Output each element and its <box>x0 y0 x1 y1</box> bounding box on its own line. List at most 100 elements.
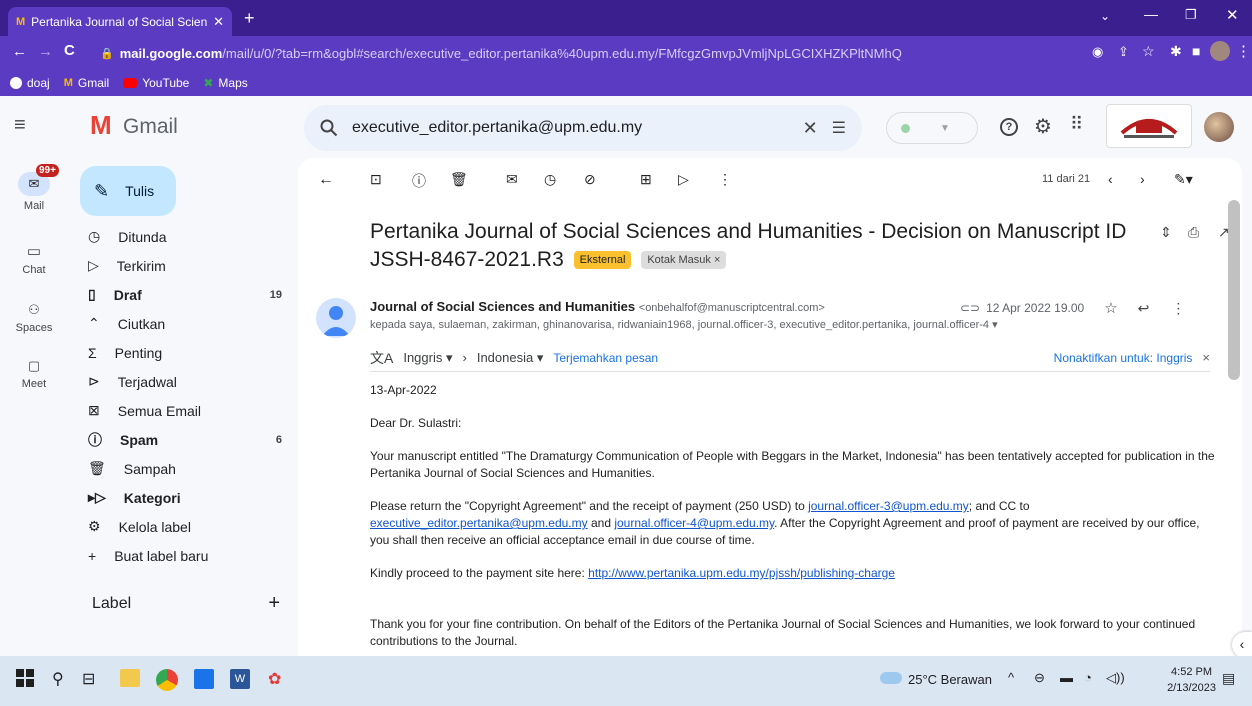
newer-icon[interactable]: ‹ <box>1108 171 1113 187</box>
notifications-icon[interactable]: ▤ <box>1222 670 1235 687</box>
apps-grid-icon[interactable]: ⠿ <box>1070 114 1083 135</box>
email-link-officer-3[interactable]: journal.officer-3@upm.edu.my <box>808 499 969 513</box>
nav-item-draf[interactable]: ▯ Draf 19 <box>68 280 298 309</box>
payment-site-link[interactable]: http://www.pertanika.upm.edu.my/pjssh/pu… <box>588 566 895 580</box>
browser-menu-icon[interactable]: ⋮ <box>1236 42 1251 60</box>
message-more-icon[interactable]: ⋮ <box>1171 300 1185 317</box>
side-panel-toggle-icon[interactable]: ‹ <box>1232 632 1252 658</box>
bookmark-star-icon[interactable]: ☆ <box>1142 43 1155 60</box>
nav-item-buat-label-baru[interactable]: + Buat label baru <box>68 541 298 570</box>
bookmark-gmail[interactable]: M Gmail <box>64 76 110 90</box>
extensions-icon[interactable]: ✱ <box>1170 43 1182 60</box>
back-to-list-icon[interactable]: ← <box>318 171 334 189</box>
target-language-select[interactable]: Indonesia ▾ <box>477 350 544 366</box>
nav-item-spam[interactable]: ⓘ Spam 6 <box>68 425 298 454</box>
nav-item-terkirim[interactable]: ▷ Terkirim <box>68 251 298 280</box>
rail-chat[interactable]: ▭ Chat <box>0 242 68 276</box>
clock[interactable]: 4:52 PM 2/13/2023 <box>1167 664 1216 696</box>
nav-item-ciutkan[interactable]: ⌃ Ciutkan <box>68 309 298 338</box>
source-language-select[interactable]: Inggris ▾ <box>403 350 452 366</box>
bookmark-maps[interactable]: ✖ Maps <box>203 76 247 90</box>
add-label-icon[interactable]: + <box>268 592 280 615</box>
nav-item-kategori[interactable]: ▸▷ Kategori <box>68 483 298 512</box>
email-link-executive-editor[interactable]: executive_editor.pertanika@upm.edu.my <box>370 516 588 530</box>
windows-start-icon[interactable] <box>16 669 34 687</box>
report-spam-icon[interactable]: ⓘ <box>412 171 426 191</box>
settings-gear-icon[interactable]: ⚙ <box>1034 114 1052 139</box>
close-translate-icon[interactable]: × <box>1202 350 1210 365</box>
more-options-icon[interactable]: ⋮ <box>718 171 732 188</box>
rail-spaces[interactable]: ⚇ Spaces <box>0 302 68 334</box>
recipients-line[interactable]: kepada saya, sulaeman, zakirman, ghinano… <box>370 318 998 331</box>
paint-icon[interactable]: ✿ <box>268 669 281 689</box>
help-icon[interactable]: ? <box>1000 118 1018 136</box>
translate-message-link[interactable]: Terjemahkan pesan <box>553 351 658 365</box>
back-icon[interactable]: ← <box>12 43 27 60</box>
add-task-icon[interactable]: ⊘ <box>584 171 596 188</box>
close-tab-icon[interactable]: ✕ <box>213 14 224 30</box>
reload-icon[interactable]: C <box>64 42 75 59</box>
nav-item-terjadwal[interactable]: ⊳ Terjadwal <box>68 367 298 396</box>
rail-mail[interactable]: ✉ 99+ Mail <box>0 164 68 212</box>
volume-icon[interactable]: ◁)) <box>1106 670 1125 686</box>
app-icon[interactable] <box>194 669 214 689</box>
delete-icon[interactable]: 🗑 <box>450 171 468 188</box>
nav-item-semua-email[interactable]: ⊠ Semua Email <box>68 396 298 425</box>
chrome-icon[interactable] <box>156 669 178 691</box>
account-avatar[interactable] <box>1204 112 1234 142</box>
nav-item-sampah[interactable]: 🗑 Sampah <box>68 454 298 483</box>
tray-chevron-icon[interactable]: ^ <box>1008 670 1014 685</box>
clear-search-icon[interactable]: ✕ <box>803 118 818 139</box>
close-window-icon[interactable]: ✕ <box>1226 6 1239 24</box>
print-icon[interactable]: ⎙ <box>1188 224 1199 241</box>
file-explorer-icon[interactable] <box>120 669 140 687</box>
search-options-icon[interactable]: ☰ <box>832 118 846 138</box>
word-icon[interactable]: W <box>230 669 250 689</box>
bookmark-doaj[interactable]: doaj <box>10 76 50 90</box>
page-scrollbar[interactable] <box>1228 200 1240 380</box>
nav-item-ditunda[interactable]: ◷ Ditunda <box>68 222 298 251</box>
weather-text[interactable]: 25°C Berawan <box>908 672 992 687</box>
browser-tab[interactable]: M Pertanika Journal of Social Scienc ✕ <box>8 7 232 36</box>
battery-icon[interactable]: ▬ <box>1060 670 1073 685</box>
forward-icon[interactable]: → <box>38 43 53 60</box>
expand-all-icon[interactable]: ⇕ <box>1160 224 1172 241</box>
archive-icon[interactable]: ⊡ <box>370 171 382 188</box>
reply-icon[interactable]: ↩ <box>1138 300 1150 317</box>
older-icon[interactable]: › <box>1140 171 1145 187</box>
gmail-logo-icon[interactable]: M <box>90 110 112 141</box>
compose-button[interactable]: ✎ Tulis <box>80 166 176 216</box>
nav-item-penting[interactable]: Σ Penting <box>68 338 298 367</box>
sender-avatar[interactable] <box>316 298 356 338</box>
email-link-officer-4[interactable]: journal.officer-4@upm.edu.my <box>614 516 774 530</box>
wifi-icon[interactable]: ◔ <box>1084 670 1092 685</box>
sender-name[interactable]: Journal of Social Sciences and Humanitie… <box>370 299 635 314</box>
minimize-icon[interactable]: — <box>1144 6 1158 22</box>
taskbar-search-icon[interactable]: ⚲ <box>52 669 64 689</box>
profile-avatar-icon[interactable] <box>1210 41 1230 61</box>
url-field[interactable]: 🔒 mail.google.com/mail/u/0/?tab=rm&ogbl#… <box>100 41 980 65</box>
star-icon[interactable]: ☆ <box>1104 299 1117 317</box>
search-icon[interactable] <box>320 119 338 137</box>
search-bar[interactable]: executive_editor.pertanika@upm.edu.my ✕ … <box>304 105 862 151</box>
inbox-chip[interactable]: Kotak Masuk × <box>641 251 727 269</box>
weather-cloud-icon[interactable] <box>880 672 902 684</box>
mark-unread-icon[interactable]: ✉ <box>506 171 518 188</box>
nav-item-kelola-label[interactable]: ⚙ Kelola label <box>68 512 298 541</box>
move-to-icon[interactable]: ⊞ <box>640 171 652 188</box>
share-icon[interactable]: ⇪ <box>1118 44 1129 60</box>
sidepanel-icon[interactable]: ■ <box>1192 43 1200 59</box>
main-menu-icon[interactable]: ≡ <box>14 114 26 137</box>
bookmark-youtube[interactable]: YouTube <box>123 76 189 90</box>
label-as-icon[interactable]: ▷ <box>678 171 689 188</box>
snooze-icon[interactable]: ◷ <box>544 171 556 188</box>
location-icon[interactable]: ◉ <box>1092 44 1103 60</box>
disable-translate-link[interactable]: Nonaktifkan untuk: Inggris <box>1054 351 1193 365</box>
tray-pen-icon[interactable]: ⊖ <box>1034 670 1045 686</box>
task-view-icon[interactable]: ⊟ <box>82 669 95 689</box>
rail-meet[interactable]: ▢ Meet <box>0 358 68 390</box>
restore-icon[interactable]: ❐ <box>1185 7 1197 23</box>
tab-search-icon[interactable]: ⌄ <box>1100 9 1110 23</box>
input-tools-icon[interactable]: ✎▾ <box>1174 171 1193 188</box>
status-dropdown[interactable]: ▼ <box>886 112 978 144</box>
